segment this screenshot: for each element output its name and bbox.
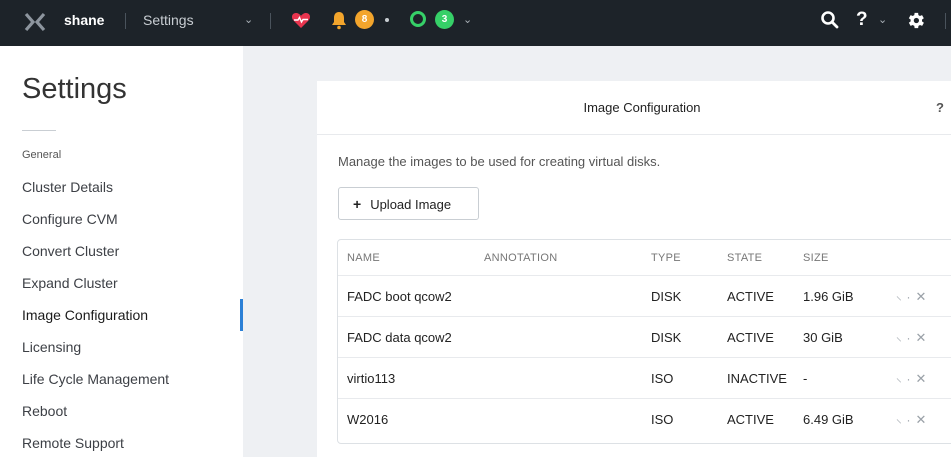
image-state: ACTIVE <box>727 412 774 427</box>
chevron-down-icon[interactable]: ⌄ <box>244 0 253 40</box>
question-icon[interactable]: ? <box>856 0 868 40</box>
sidebar-section-label: General <box>22 149 62 161</box>
image-type: ISO <box>651 371 674 386</box>
bell-icon[interactable] <box>330 10 348 30</box>
plus-icon: + <box>353 195 362 212</box>
sidebar-item-image-configuration[interactable]: Image Configuration <box>0 299 243 331</box>
image-type: DISK <box>651 289 682 304</box>
sidebar-item-convert-cluster[interactable]: Convert Cluster <box>0 235 243 267</box>
sidebar-item-licensing[interactable]: Licensing <box>0 331 243 363</box>
chevron-down-icon[interactable]: ⌄ <box>878 0 887 40</box>
divider <box>270 13 271 29</box>
help-icon[interactable]: ? <box>936 81 944 135</box>
divider <box>945 13 946 29</box>
settings-nav-list: Cluster Details Configure CVM Convert Cl… <box>0 171 243 457</box>
cluster-name[interactable]: shane <box>64 0 104 40</box>
table-row: FADC boot qcow2 DISK ACTIVE 1.96 GiB ⎯· ✕ <box>338 276 951 317</box>
image-size: 6.49 GiB <box>803 412 854 427</box>
separator-dot <box>385 18 389 22</box>
settings-sidebar: Settings General Cluster Details Configu… <box>0 46 243 457</box>
image-state: ACTIVE <box>727 330 774 345</box>
panel-title: Image Configuration <box>583 100 701 115</box>
search-icon[interactable] <box>820 10 840 30</box>
column-header-state[interactable]: STATE <box>727 240 762 276</box>
image-state: INACTIVE <box>727 371 787 386</box>
image-configuration-panel: Image Configuration ? Manage the images … <box>317 81 951 457</box>
close-icon[interactable]: ✕ <box>916 399 927 440</box>
ring-icon[interactable] <box>410 11 426 27</box>
sidebar-item-expand-cluster[interactable]: Expand Cluster <box>0 267 243 299</box>
table-row: virtio113 ISO INACTIVE - ⎯· ✕ <box>338 358 951 399</box>
panel-header: Image Configuration ? <box>317 81 951 135</box>
panel-description: Manage the images to be used for creatin… <box>338 154 661 169</box>
column-header-annotation[interactable]: ANNOTATION <box>484 240 557 276</box>
image-name: virtio113 <box>347 371 396 386</box>
sidebar-item-cluster-details[interactable]: Cluster Details <box>0 171 243 203</box>
image-name: W2016 <box>347 412 389 427</box>
sidebar-item-configure-cvm[interactable]: Configure CVM <box>0 203 243 235</box>
sidebar-item-remote-support[interactable]: Remote Support <box>0 427 243 457</box>
sidebar-title: Settings <box>22 73 127 105</box>
divider <box>22 130 56 131</box>
image-state: ACTIVE <box>727 289 774 304</box>
image-size: 30 GiB <box>803 330 843 345</box>
divider <box>125 13 126 29</box>
alerts-count-badge[interactable]: 8 <box>355 10 374 29</box>
image-type: DISK <box>651 330 682 345</box>
image-type: ISO <box>651 412 674 427</box>
column-header-name[interactable]: NAME <box>347 240 380 276</box>
row-actions: ⎯· ✕ <box>893 317 927 358</box>
nutanix-x-logo[interactable] <box>24 11 46 33</box>
close-icon[interactable]: ✕ <box>916 358 927 399</box>
row-actions: ⎯· ✕ <box>893 276 927 317</box>
sidebar-item-reboot[interactable]: Reboot <box>0 395 243 427</box>
image-name: FADC boot qcow2 <box>347 289 452 304</box>
image-name: FADC data qcow2 <box>347 330 452 345</box>
table-header: NAME ANNOTATION TYPE STATE SIZE <box>338 240 951 276</box>
breadcrumb-settings[interactable]: Settings <box>143 0 194 40</box>
images-table: NAME ANNOTATION TYPE STATE SIZE FADC boo… <box>337 239 951 444</box>
gear-icon[interactable] <box>905 10 926 31</box>
row-actions: ⎯· ✕ <box>893 358 927 399</box>
column-header-size[interactable]: SIZE <box>803 240 829 276</box>
close-icon[interactable]: ✕ <box>916 276 927 317</box>
table-row: FADC data qcow2 DISK ACTIVE 30 GiB ⎯· ✕ <box>338 317 951 358</box>
table-row: W2016 ISO ACTIVE 6.49 GiB ⎯· ✕ <box>338 399 951 440</box>
image-size: 1.96 GiB <box>803 289 854 304</box>
top-navigation-bar: shane Settings ⌄ 8 3 ⌄ ? ⌄ <box>0 0 951 46</box>
tasks-count-badge[interactable]: 3 <box>435 10 454 29</box>
row-actions: ⎯· ✕ <box>893 399 927 440</box>
close-icon[interactable]: ✕ <box>916 317 927 358</box>
chevron-down-icon[interactable]: ⌄ <box>463 0 472 40</box>
column-header-type[interactable]: TYPE <box>651 240 681 276</box>
upload-image-label: Upload Image <box>370 196 452 212</box>
upload-image-button[interactable]: + Upload Image <box>338 187 479 220</box>
image-size: - <box>803 371 808 386</box>
heart-pulse-icon[interactable] <box>291 10 311 30</box>
sidebar-item-life-cycle-management[interactable]: Life Cycle Management <box>0 363 243 395</box>
